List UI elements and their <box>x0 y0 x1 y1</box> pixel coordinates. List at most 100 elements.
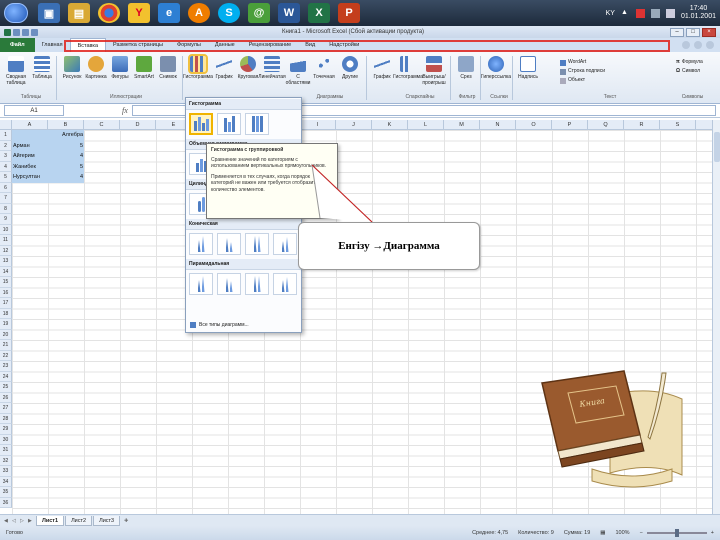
excel-app-icon[interactable] <box>4 28 11 36</box>
help-icon[interactable] <box>682 41 690 49</box>
row-header[interactable]: 8 <box>0 203 12 214</box>
column-header[interactable]: N <box>480 120 516 130</box>
column-header[interactable]: M <box>444 120 480 130</box>
hyperlink-button[interactable]: Гиперссылка <box>481 56 511 80</box>
picture-button[interactable]: Рисунок <box>60 56 84 80</box>
cone-option[interactable] <box>189 233 213 255</box>
folder-icon[interactable]: ▤ <box>68 3 90 23</box>
cell-value[interactable]: 4 <box>48 151 84 162</box>
column-header[interactable]: R <box>624 120 660 130</box>
symbol-item[interactable]: Ω Символ <box>676 67 703 76</box>
row-header[interactable]: 25 <box>0 382 12 393</box>
row-header[interactable]: 27 <box>0 403 12 414</box>
table-button[interactable]: Таблица <box>30 56 54 80</box>
prev-sheet-icon[interactable]: ◁ <box>12 518 18 524</box>
column-header[interactable]: O <box>516 120 552 130</box>
cell-name[interactable]: Арман <box>12 140 48 151</box>
zoom-slider[interactable] <box>646 529 707 537</box>
undo-icon[interactable] <box>22 28 29 36</box>
cell-value[interactable]: 5 <box>48 140 84 151</box>
line-chart-button[interactable]: График <box>212 56 236 80</box>
cell-name[interactable]: Айгерим <box>12 151 48 162</box>
stacked-pyramid-option[interactable] <box>217 273 241 295</box>
3d-cone-option[interactable] <box>273 233 297 255</box>
100-cone-option[interactable] <box>245 233 269 255</box>
cell-name[interactable]: Жанибек <box>12 161 48 172</box>
sparkline-line-button[interactable]: График <box>370 56 394 80</box>
column-header[interactable]: K <box>372 120 408 130</box>
row-header[interactable]: 10 <box>0 224 12 235</box>
row-header[interactable]: 2 <box>0 140 12 151</box>
maximize-button[interactable]: □ <box>686 27 700 37</box>
zoom-in-icon[interactable]: + <box>711 530 714 536</box>
cell-value[interactable]: 4 <box>48 172 84 183</box>
column-header[interactable]: I <box>300 120 336 130</box>
normal-view-icon[interactable]: ▦ <box>600 530 605 536</box>
row-header[interactable]: 36 <box>0 497 12 508</box>
cell-value[interactable]: 5 <box>48 161 84 172</box>
column-header[interactable]: P <box>552 120 588 130</box>
row-header[interactable]: 23 <box>0 361 12 372</box>
column-header[interactable]: D <box>120 120 156 130</box>
row-header[interactable]: 12 <box>0 245 12 256</box>
row-header[interactable]: 29 <box>0 424 12 435</box>
first-sheet-icon[interactable]: ◀ <box>4 518 10 524</box>
language-indicator[interactable]: KY <box>606 10 615 17</box>
row-header[interactable]: 15 <box>0 277 12 288</box>
row-header[interactable]: 14 <box>0 266 12 277</box>
100-stacked-column-option[interactable] <box>245 113 269 135</box>
100-pyramid-option[interactable] <box>245 273 269 295</box>
sheet-tab-3[interactable]: Лист3 <box>93 515 121 526</box>
3d-pyramid-option[interactable] <box>273 273 297 295</box>
column-header[interactable]: J <box>336 120 372 130</box>
column-header[interactable]: Q <box>588 120 624 130</box>
sparkline-column-button[interactable]: Гистограмма <box>393 56 423 80</box>
row-header[interactable]: 35 <box>0 487 12 498</box>
powerpoint-icon[interactable]: P <box>338 3 360 23</box>
volume-icon[interactable] <box>665 8 675 18</box>
area-chart-button[interactable]: С областями <box>286 56 310 86</box>
object-item[interactable]: Объект <box>560 76 605 85</box>
sparkline-winloss-button[interactable]: Выигрыш/проигрыш <box>422 56 446 86</box>
row-header[interactable]: 18 <box>0 308 12 319</box>
column-header[interactable]: A <box>12 120 48 130</box>
column-header[interactable]: S <box>660 120 696 130</box>
clipart-button[interactable]: Картинка <box>84 56 108 80</box>
avast-icon[interactable]: A <box>188 3 210 23</box>
row-header[interactable]: 13 <box>0 256 12 267</box>
scroll-thumb[interactable] <box>714 132 720 162</box>
row-header[interactable]: 4 <box>0 161 12 172</box>
explorer-icon[interactable]: ▣ <box>38 3 60 23</box>
next-sheet-icon[interactable]: ▷ <box>20 518 26 524</box>
arrow-up-icon[interactable]: ▲ <box>621 9 630 18</box>
signature-line-item[interactable]: Строка подписи <box>560 67 605 76</box>
bar-chart-button[interactable]: Линейчатая <box>258 56 286 80</box>
name-box[interactable]: A1 <box>4 105 64 116</box>
row-header[interactable]: 7 <box>0 193 12 204</box>
column-header[interactable]: L <box>408 120 444 130</box>
clustered-column-option[interactable] <box>189 113 213 135</box>
row-header[interactable]: 6 <box>0 182 12 193</box>
row-header[interactable]: 11 <box>0 235 12 246</box>
row-header[interactable]: 5 <box>0 172 12 183</box>
column-chart-button[interactable]: Гистограмма <box>183 54 213 80</box>
row-header[interactable]: 1 <box>0 130 12 141</box>
select-all-corner[interactable] <box>0 120 12 130</box>
row-header[interactable]: 28 <box>0 413 12 424</box>
shapes-button[interactable]: Фигуры <box>108 56 132 80</box>
row-header[interactable]: 21 <box>0 340 12 351</box>
row-header[interactable]: 32 <box>0 455 12 466</box>
tab-file[interactable]: Файл <box>0 38 35 52</box>
other-charts-button[interactable]: Другие <box>338 56 362 80</box>
row-header[interactable]: 31 <box>0 445 12 456</box>
redo-icon[interactable] <box>31 28 38 36</box>
fx-icon[interactable]: fx <box>122 106 128 115</box>
new-sheet-icon[interactable]: ✚ <box>124 518 130 524</box>
row-header[interactable]: 33 <box>0 466 12 477</box>
network-icon[interactable] <box>650 8 660 18</box>
row-header[interactable]: 3 <box>0 151 12 162</box>
close-button[interactable]: × <box>702 27 716 37</box>
wordart-item[interactable]: WordArt <box>560 58 605 67</box>
last-sheet-icon[interactable]: ▶ <box>28 518 34 524</box>
excel-icon[interactable]: X <box>308 3 330 23</box>
